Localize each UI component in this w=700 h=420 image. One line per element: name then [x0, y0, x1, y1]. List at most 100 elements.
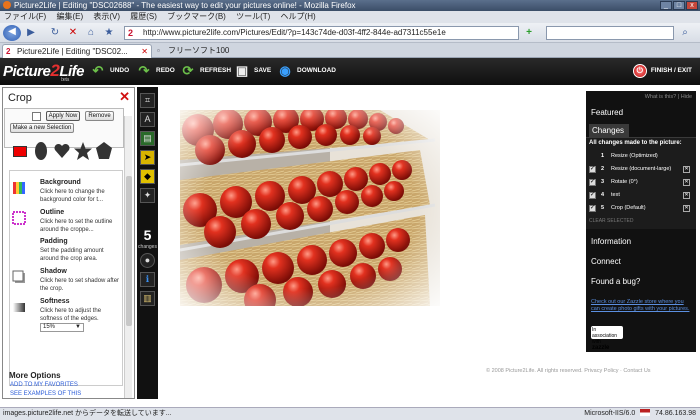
tomato-photo-image	[180, 110, 440, 306]
pentagon-shape-icon[interactable]	[95, 141, 113, 161]
undo-icon: ↶	[92, 63, 104, 78]
url-input[interactable]: 2 http://www.picture2life.com/Pictures/E…	[124, 26, 519, 40]
go-icon[interactable]: +	[522, 26, 536, 40]
crop-tool-icon[interactable]: ⌗	[140, 93, 155, 108]
change-checkbox[interactable]: ✓	[589, 192, 596, 199]
bookmark-star-icon[interactable]: ★	[102, 26, 116, 40]
site-favicon-icon: 2	[128, 28, 134, 38]
effects-tool-icon[interactable]: ✦	[140, 188, 155, 203]
server-info: Microsoft-IIS/6.0	[584, 410, 636, 417]
remove-change-icon[interactable]: ✕	[683, 166, 690, 173]
maximize-icon[interactable]: □	[673, 1, 685, 10]
crop-checkbox[interactable]	[32, 112, 41, 121]
refresh-button[interactable]: ⟳ REFRESH	[180, 63, 232, 78]
tab-label: Picture2Life | Editing "DSC02...	[17, 47, 128, 56]
tab-close-icon[interactable]: ✕	[141, 45, 148, 58]
text-tool-icon[interactable]: A	[140, 112, 155, 127]
rectangle-shape-icon[interactable]	[13, 146, 27, 157]
forward-arrow-icon[interactable]: ▶	[24, 26, 38, 40]
change-checkbox[interactable]: ✓	[589, 205, 596, 212]
see-examples-link[interactable]: SEE EXAMPLES OF THIS	[10, 391, 81, 397]
information-section[interactable]: Information	[591, 237, 631, 246]
remove-change-icon[interactable]: ✕	[683, 205, 690, 212]
changes-heading: All changes made to the picture:	[589, 140, 682, 146]
page-icon: ▫	[157, 46, 160, 55]
star-shape-icon[interactable]	[73, 141, 93, 161]
new-selection-button[interactable]: Make a new Selection	[10, 123, 74, 133]
scrollbar-thumb[interactable]	[126, 176, 132, 326]
sign-tool-icon[interactable]: ➤	[140, 150, 155, 165]
change-checkbox[interactable]: ✓	[589, 166, 596, 173]
warning-tool-icon[interactable]: ◆	[140, 169, 155, 184]
tool-strip: ⌗ A ▤ ➤ ◆ ✦ 5 changes ● ℹ ▥	[137, 87, 158, 399]
frame-tool-icon[interactable]: ▥	[140, 291, 155, 306]
menu-tools[interactable]: ツール(T)	[236, 12, 270, 21]
window-controls: _ □ x	[660, 1, 698, 10]
redo-button[interactable]: ↷ REDO	[136, 64, 175, 78]
search-input[interactable]	[546, 26, 674, 40]
power-icon: ⏻	[632, 64, 647, 78]
tab-label: フリーソフト100	[168, 46, 230, 55]
report-bug-link[interactable]: Found a bug?	[591, 277, 640, 286]
connect-section[interactable]: Connect	[591, 257, 621, 266]
hide-link[interactable]: Hide	[681, 94, 692, 100]
zazzle-store-link[interactable]: Check out our Zazzle store where you can…	[591, 299, 693, 313]
menu-help[interactable]: ヘルプ(H)	[281, 12, 316, 21]
shadow-icon	[12, 270, 25, 283]
change-checkbox[interactable]: ✓	[589, 179, 596, 186]
info-icon[interactable]: ℹ	[140, 272, 155, 287]
softness-select[interactable]: 15% ▼	[40, 323, 84, 332]
menu-bookmarks[interactable]: ブックマーク(B)	[167, 12, 226, 21]
oval-shape-icon[interactable]	[35, 142, 47, 160]
menu-edit[interactable]: 編集(E)	[56, 12, 83, 21]
panel-title: Crop	[8, 92, 32, 104]
save-button[interactable]: ▣ SAVE	[234, 64, 271, 78]
firefox-icon	[3, 1, 11, 9]
panel-scrollbar[interactable]	[124, 116, 132, 398]
panel-close-icon[interactable]: ✕	[119, 90, 130, 103]
list-item: ✓ 5 Crop (Default) ✕	[589, 205, 690, 212]
apply-now-button[interactable]: Apply Now	[46, 111, 80, 121]
finish-exit-button[interactable]: ⏻ FINISH / EXIT	[632, 64, 692, 78]
changes-label: changes	[138, 244, 157, 250]
changes-count: 5	[143, 227, 152, 243]
what-is-this-link[interactable]: What is this?	[645, 94, 676, 100]
search-magnifier-icon[interactable]: ⌕	[678, 26, 692, 40]
list-item: ✓ 4 text ✕	[589, 192, 690, 199]
refresh-icon: ⟳	[182, 63, 194, 78]
tab-picture2life[interactable]: 2 Picture2Life | Editing "DSC02... ✕	[2, 44, 152, 58]
stop-icon[interactable]: ✕	[66, 26, 80, 40]
tab-bar: 2 Picture2Life | Editing "DSC02... ✕ ▫ フ…	[0, 43, 700, 58]
color-fan-icon	[13, 182, 25, 194]
navigation-toolbar: ◀ ▶ ↻ ✕ ⌂ ★ 2 http://www.picture2life.co…	[0, 23, 700, 43]
changes-tab[interactable]: Changes	[589, 124, 629, 137]
home-icon[interactable]: ⌂	[84, 26, 98, 40]
back-arrow-icon[interactable]: ◀	[3, 25, 21, 41]
copyright-footer: © 2008 Picture2Life. All rights reserved…	[486, 368, 651, 374]
floppy-disk-icon: ▣	[235, 63, 249, 78]
menu-history[interactable]: 履歴(S)	[130, 12, 157, 21]
heart-shape-icon[interactable]	[53, 142, 71, 160]
remove-button[interactable]: Remove	[85, 111, 114, 121]
featured-section[interactable]: Featured	[591, 108, 623, 117]
picture2life-logo[interactable]: Picture2Life beta	[3, 61, 84, 83]
changes-list: All changes made to the picture: 1 Resize…	[586, 137, 696, 229]
tab-favicon-icon: 2	[6, 47, 11, 56]
remove-change-icon[interactable]: ✕	[683, 192, 690, 199]
circle-tool-icon[interactable]: ●	[140, 253, 155, 268]
clear-selected-button[interactable]: CLEAR SELECTED	[589, 218, 633, 224]
undo-button[interactable]: ↶ UNDO	[90, 63, 130, 78]
add-to-favorites-link[interactable]: ADD TO MY FAVORITES	[10, 382, 78, 388]
reload-icon[interactable]: ↻	[48, 26, 62, 40]
zazzle-logo[interactable]: In association with zazzle	[591, 326, 623, 351]
tab-freesoft[interactable]: ▫ フリーソフト100	[154, 44, 274, 58]
remove-change-icon[interactable]: ✕	[683, 179, 690, 186]
edited-photo[interactable]	[180, 110, 440, 306]
menu-file[interactable]: ファイル(F)	[4, 12, 46, 21]
download-button[interactable]: ◉ DOWNLOAD	[277, 64, 336, 78]
menu-view[interactable]: 表示(V)	[93, 12, 120, 21]
close-window-icon[interactable]: x	[686, 1, 698, 10]
minimize-icon[interactable]: _	[660, 1, 672, 10]
crop-shapes	[7, 140, 122, 164]
image-tool-icon[interactable]: ▤	[140, 131, 155, 146]
